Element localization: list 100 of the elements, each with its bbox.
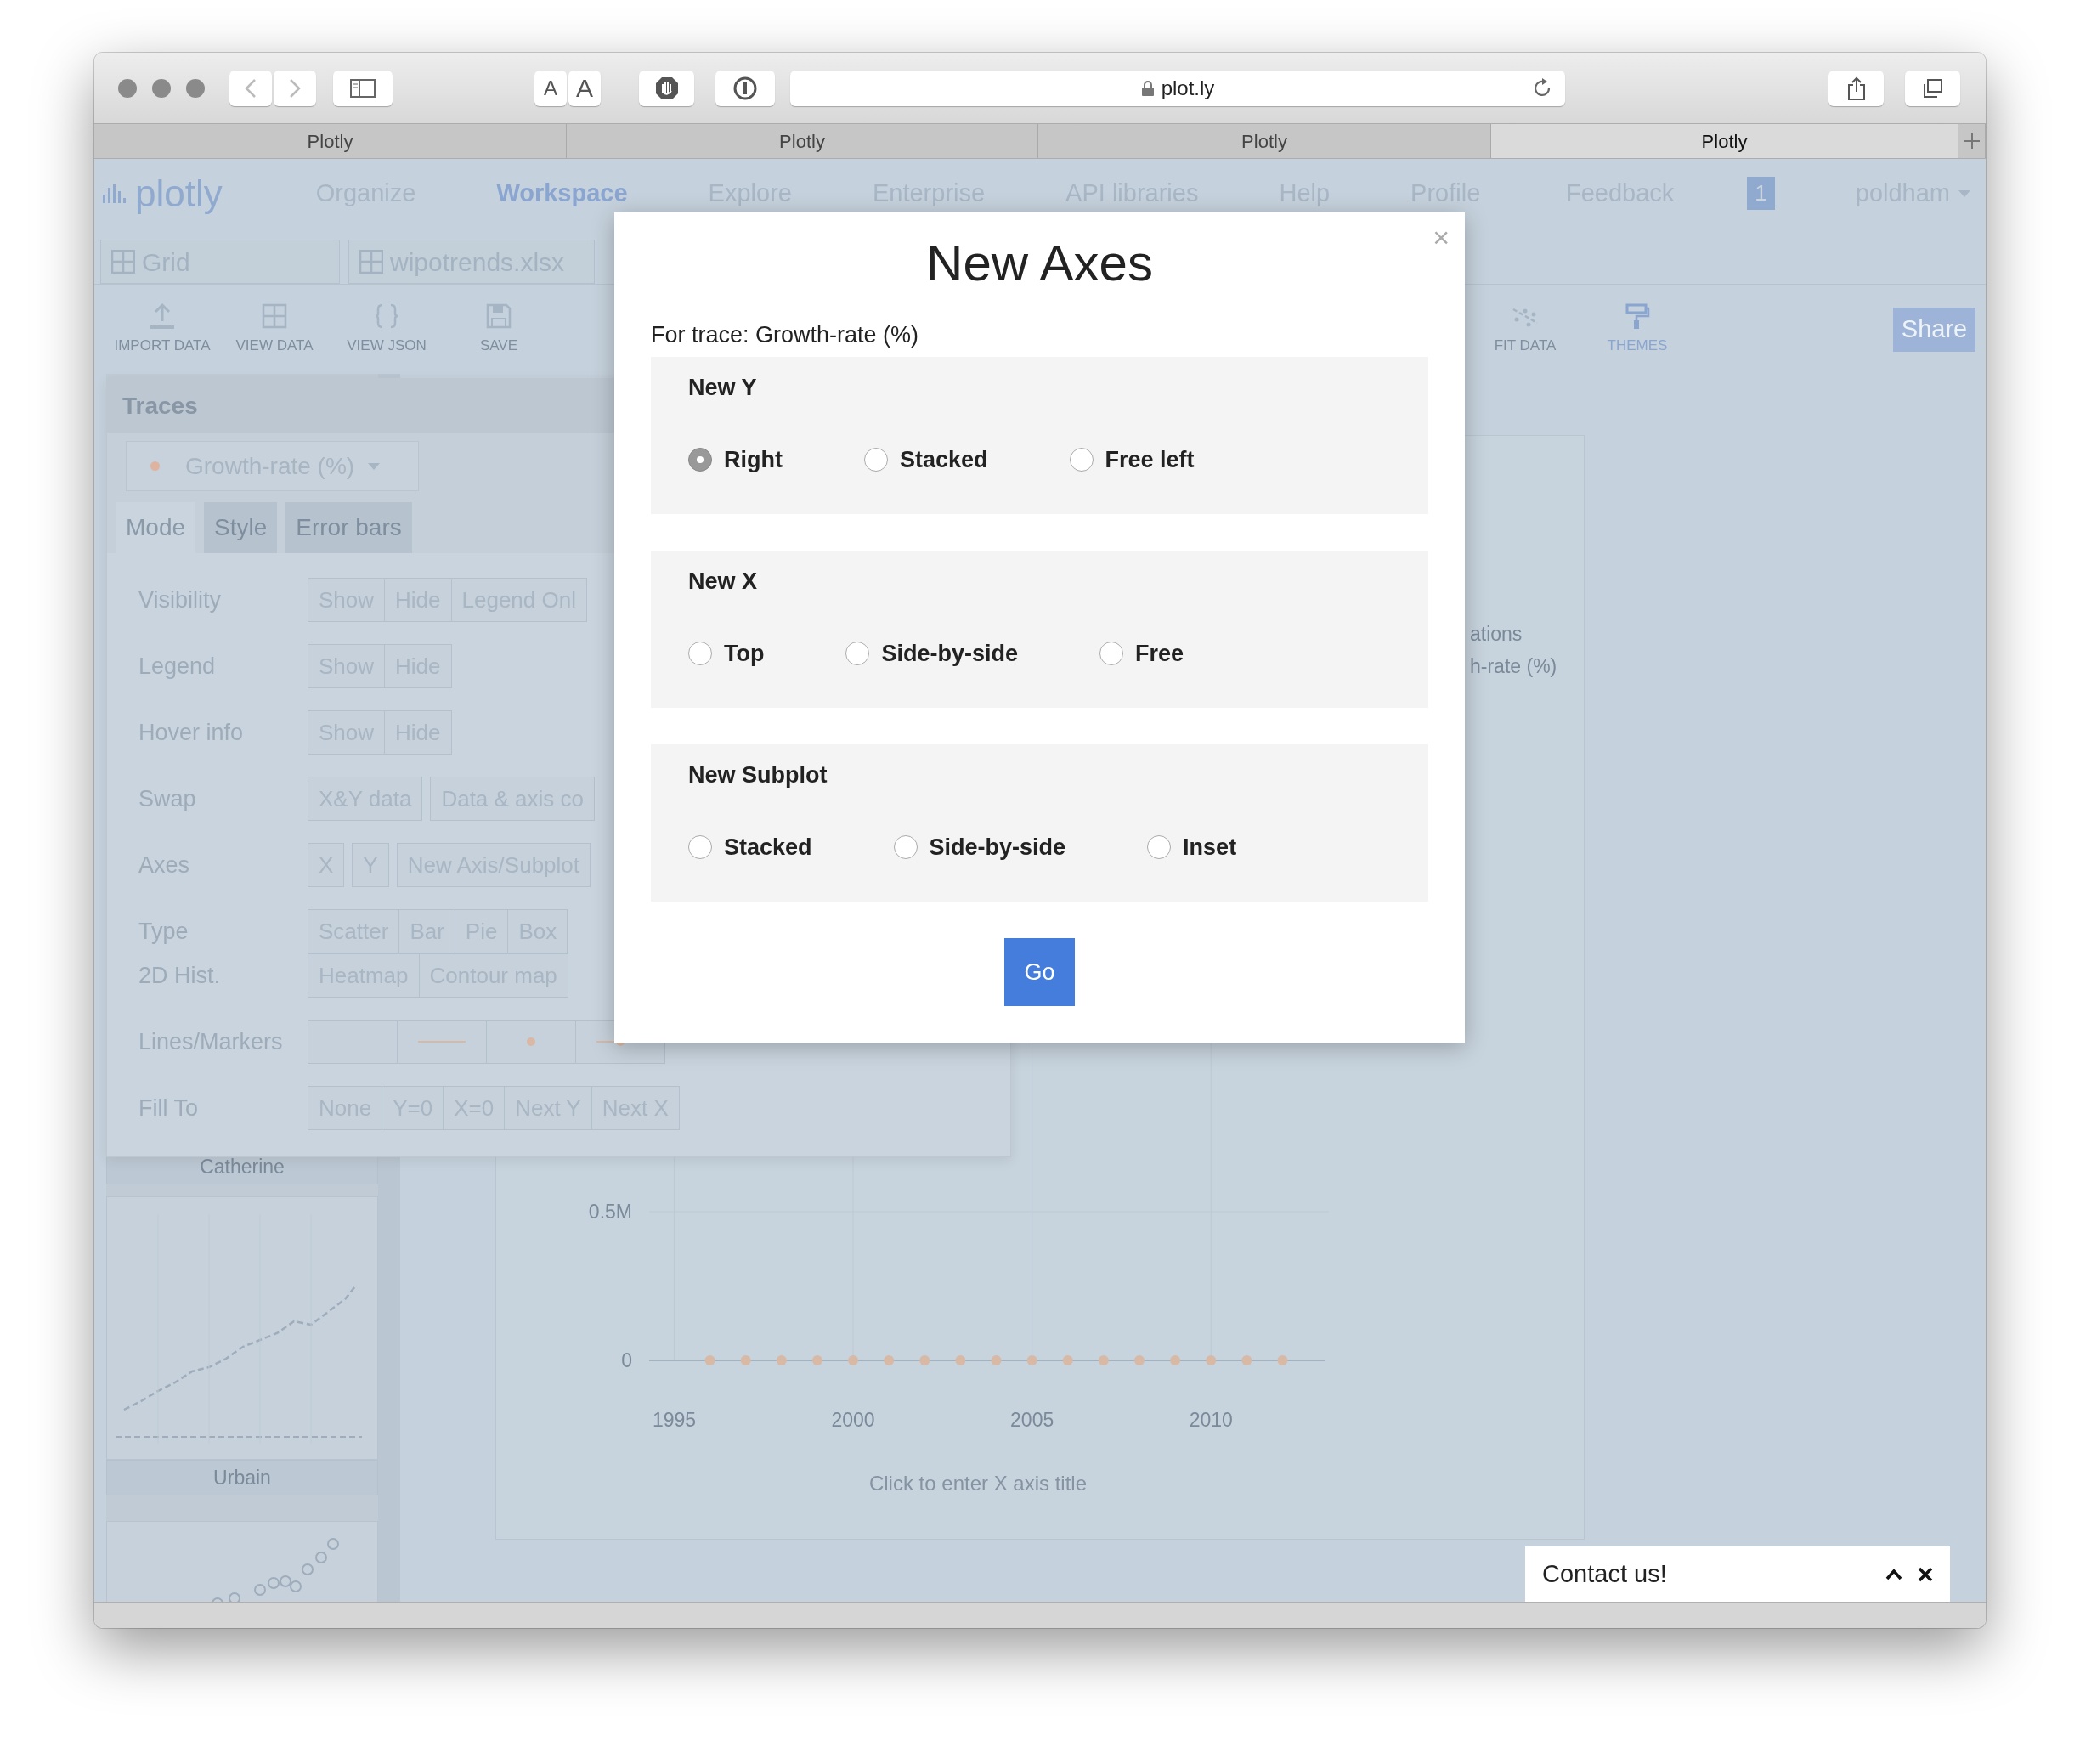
window-control-icon[interactable] <box>118 78 137 98</box>
tick-label: 2010 <box>1189 1409 1233 1431</box>
caret-up-icon[interactable] <box>1885 1568 1902 1580</box>
data-point[interactable] <box>776 1355 787 1365</box>
toolbar-button[interactable]: THEMES <box>1581 302 1693 357</box>
close-icon[interactable] <box>1918 1566 1933 1582</box>
data-point[interactable] <box>1206 1355 1217 1365</box>
contact-label[interactable]: Contact us! <box>1542 1555 1667 1593</box>
radio-label[interactable]: Free left <box>1105 442 1195 478</box>
group-title: New X <box>688 568 759 595</box>
tick-label: 2005 <box>1010 1409 1054 1431</box>
radio-label[interactable]: Stacked <box>900 442 988 478</box>
toolbar-button[interactable]: SAVE <box>443 302 555 357</box>
tick-label: 1995 <box>652 1409 697 1431</box>
data-point[interactable] <box>991 1355 1002 1365</box>
radio-button[interactable] <box>688 835 712 859</box>
data-point[interactable] <box>955 1355 966 1365</box>
logo-icon <box>102 182 128 205</box>
thumbnail-card[interactable] <box>106 1196 378 1460</box>
toolbar-label: IMPORT DATA <box>114 336 211 355</box>
radio-button[interactable] <box>688 642 712 665</box>
tabs-button[interactable] <box>1905 70 1960 106</box>
data-point[interactable] <box>1277 1355 1288 1365</box>
axis-title[interactable]: Click to enter X axis title <box>868 1472 1088 1495</box>
notification-count[interactable]: 1 <box>1747 177 1775 210</box>
chevron-right-icon <box>289 77 301 99</box>
hand-button[interactable] <box>639 70 694 106</box>
browser-tab[interactable]: Plotly <box>1491 124 1958 158</box>
toolbar-button[interactable]: FIT DATA <box>1469 302 1581 357</box>
window-control-icon[interactable] <box>186 78 205 98</box>
radio-label[interactable]: Top <box>724 636 765 671</box>
group-title: New Subplot <box>688 761 828 789</box>
option-button[interactable] <box>486 1020 576 1064</box>
share-button[interactable] <box>1828 70 1884 106</box>
upload-icon <box>149 302 176 330</box>
radio-button[interactable] <box>1147 835 1172 859</box>
modal-title: New Axes <box>925 234 1154 293</box>
radio-button[interactable] <box>688 448 712 472</box>
caret-icon[interactable] <box>1958 189 1970 197</box>
toolbar-button[interactable]: VIEW JSON <box>331 302 443 357</box>
hand-icon <box>654 76 679 100</box>
data-point[interactable] <box>919 1355 930 1365</box>
nav-link[interactable]: Workspace <box>496 174 628 212</box>
text-size-button[interactable]: A <box>534 70 567 106</box>
toolbar-button[interactable]: VIEW DATA <box>218 302 331 357</box>
toolbar-button[interactable]: IMPORT DATA <box>106 302 218 357</box>
sidebar-button[interactable] <box>333 70 393 106</box>
data-point[interactable] <box>1098 1355 1109 1365</box>
radio-label[interactable]: Right <box>724 442 783 478</box>
group-title: New Y <box>688 374 758 401</box>
paint-roller-icon <box>1624 302 1651 330</box>
data-point[interactable] <box>1170 1355 1181 1365</box>
panel-tab[interactable]: Mode <box>116 502 196 553</box>
data-point[interactable] <box>1241 1355 1252 1365</box>
legend-label[interactable]: ations <box>1470 623 1523 645</box>
data-point[interactable] <box>1062 1355 1073 1365</box>
data-point[interactable] <box>1134 1355 1145 1365</box>
data-point[interactable] <box>704 1355 715 1365</box>
braces-icon <box>373 302 400 330</box>
data-point[interactable] <box>1026 1355 1037 1365</box>
toolbar-label: VIEW DATA <box>235 336 314 355</box>
close-button[interactable]: × <box>1433 223 1450 252</box>
dot-icon <box>527 1037 535 1046</box>
text-size-button[interactable]: A <box>568 70 601 106</box>
grid-icon <box>359 250 383 274</box>
grid-icon <box>261 302 288 330</box>
data-point[interactable] <box>811 1355 822 1365</box>
tabs-icon <box>1922 77 1943 99</box>
radio-label[interactable]: Stacked <box>724 829 812 865</box>
radio-button[interactable] <box>845 642 870 665</box>
tick-label: 2000 <box>831 1409 875 1431</box>
password-button[interactable] <box>715 70 775 106</box>
toolbar-label: SAVE <box>479 336 518 355</box>
floppy-icon <box>485 302 512 330</box>
radio-label[interactable]: Inset <box>1183 829 1237 865</box>
toolbar-label: THEMES <box>1607 336 1668 355</box>
radio-button[interactable] <box>893 835 918 859</box>
share-button[interactable]: Share <box>1893 307 1975 352</box>
legend-label[interactable]: h-rate (%) <box>1470 655 1557 677</box>
radio-label[interactable]: Side-by-side <box>929 829 1066 865</box>
keyhole-icon <box>733 76 757 100</box>
option-button[interactable] <box>397 1020 487 1064</box>
radio-label[interactable]: Free <box>1135 636 1184 671</box>
grid-icon <box>111 250 135 274</box>
data-point[interactable] <box>740 1355 751 1365</box>
radio-button[interactable] <box>864 448 888 472</box>
tick-label: 0 <box>621 1349 632 1371</box>
forward-button[interactable] <box>274 70 316 106</box>
radio-label[interactable]: Side-by-side <box>881 636 1019 671</box>
address-bar[interactable]: plot.ly <box>790 70 1565 106</box>
data-point[interactable] <box>884 1355 895 1365</box>
radio-button[interactable] <box>1069 448 1094 472</box>
back-button[interactable] <box>229 70 272 106</box>
trace-dot-icon <box>150 461 160 471</box>
go-button[interactable]: Go <box>1004 938 1075 1006</box>
chevron-left-icon <box>245 77 257 99</box>
toolbar-label: VIEW JSON <box>347 336 427 355</box>
data-point[interactable] <box>848 1355 859 1365</box>
window-control-icon[interactable] <box>152 78 171 98</box>
radio-button[interactable] <box>1099 642 1124 665</box>
